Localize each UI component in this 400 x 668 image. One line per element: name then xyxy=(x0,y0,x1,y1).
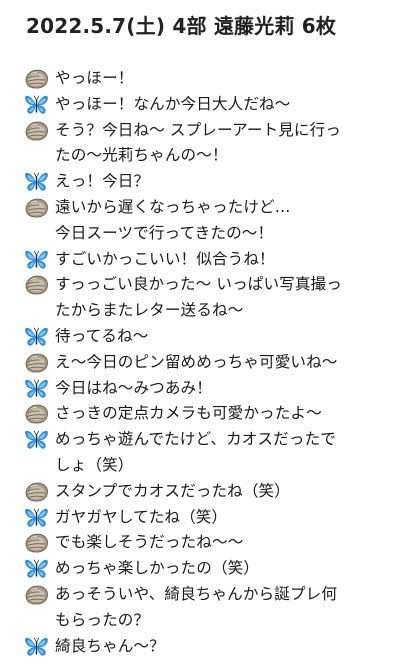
chat-message: 綺良ちゃん〜？ xyxy=(24,634,384,660)
butterfly-icon xyxy=(25,379,48,398)
chat-message: あっそういや、綺良ちゃんから誕プレ何 もらったの？ xyxy=(24,582,384,634)
chat-message-text: めっちゃ楽しかったの（笑） xyxy=(55,559,260,578)
chat-message-text: えっ！今日？ xyxy=(55,172,150,191)
chat-message-text: やっほー！ xyxy=(55,69,134,87)
chat-message: さっきの定点カメラも可愛かったよ〜 xyxy=(24,401,384,427)
oyster-icon xyxy=(25,353,48,373)
chat-message: でも楽しそうだったね〜〜 xyxy=(24,530,384,556)
page-title: 2022.5.7(土) 4部 遠藤光莉 6枚 xyxy=(26,14,337,38)
chat-message: えっ！今日？ xyxy=(24,169,384,195)
butterfly-icon xyxy=(25,508,48,527)
chat-message-text: ガヤガヤしてたね（笑） xyxy=(55,507,228,526)
chat-message-text: え〜今日のピン留めめっちゃ可愛いね〜 xyxy=(55,352,338,371)
butterfly-icon xyxy=(25,327,48,346)
chat-message-text: すごいかっこいい！似合うね！ xyxy=(55,249,275,268)
chat-message: めっちゃ楽しかったの（笑） xyxy=(24,556,384,582)
chat-message-text: 遠いから遅くなっちゃったけど… 今日スーツで行ってきたの〜！ xyxy=(55,197,291,242)
butterfly-icon xyxy=(25,637,48,656)
chat-message: スタンプでカオスだったね（笑） xyxy=(24,479,384,505)
oyster-icon xyxy=(25,534,48,553)
chat-message: すっっごい良かった〜 いっぱい写真撮っ たからまたレター送るね〜 xyxy=(24,272,384,324)
butterfly-icon xyxy=(25,430,48,449)
chat-message-text: すっっごい良かった〜 いっぱい写真撮っ たからまたレター送るね〜 xyxy=(55,275,342,320)
chat-log: やっほー！ やっほー！なんか今日大人だね〜 そう？今日ね〜 スプレーアート見に行… xyxy=(24,66,384,659)
chat-message: すごいかっこいい！似合うね！ xyxy=(24,247,384,273)
chat-message-text: 綺良ちゃん〜？ xyxy=(55,636,165,655)
oyster-icon xyxy=(25,121,48,141)
chat-message: やっほー！なんか今日大人だね〜 xyxy=(24,92,384,118)
chat-message-text: そう？今日ね〜 スプレーアート見に行っ たの〜光莉ちゃんの〜！ xyxy=(55,120,341,165)
chat-message-text: あっそういや、綺良ちゃんから誕プレ何 もらったの？ xyxy=(55,584,338,629)
chat-message: 遠いから遅くなっちゃったけど… 今日スーツで行ってきたの〜！ xyxy=(24,195,384,247)
butterfly-icon xyxy=(25,559,48,578)
butterfly-icon xyxy=(25,95,48,114)
chat-message-text: さっきの定点カメラも可愛かったよ〜 xyxy=(55,404,322,423)
oyster-icon xyxy=(25,482,48,502)
chat-message: ガヤガヤしてたね（笑） xyxy=(24,505,384,531)
chat-message: 待ってるね〜 xyxy=(24,324,384,350)
chat-message-text: 今日はね〜みつあみ！ xyxy=(55,378,212,397)
oyster-icon xyxy=(25,69,48,89)
oyster-icon xyxy=(25,276,48,295)
chat-message-text: やっほー！なんか今日大人だね〜 xyxy=(55,94,291,113)
chat-message: めっちゃ遊んでたけど、カオスだったで しょ（笑） xyxy=(24,427,384,479)
chat-message-text: 待ってるね〜 xyxy=(55,326,149,345)
chat-message: 今日はね〜みつあみ！ xyxy=(24,376,384,402)
oyster-icon xyxy=(25,405,48,424)
chat-message-text: スタンプでカオスだったね（笑） xyxy=(55,481,290,500)
chat-message-text: めっちゃ遊んでたけど、カオスだったで しょ（笑） xyxy=(55,430,336,474)
butterfly-icon xyxy=(25,172,48,191)
chat-message: そう？今日ね〜 スプレーアート見に行っ たの〜光莉ちゃんの〜！ xyxy=(24,118,384,170)
butterfly-icon xyxy=(25,250,48,269)
chat-message-text: でも楽しそうだったね〜〜 xyxy=(55,533,244,552)
oyster-icon xyxy=(25,585,48,605)
chat-message: やっほー！ xyxy=(24,66,384,92)
oyster-icon xyxy=(25,198,48,218)
chat-message: え〜今日のピン留めめっちゃ可愛いね〜 xyxy=(24,350,384,376)
